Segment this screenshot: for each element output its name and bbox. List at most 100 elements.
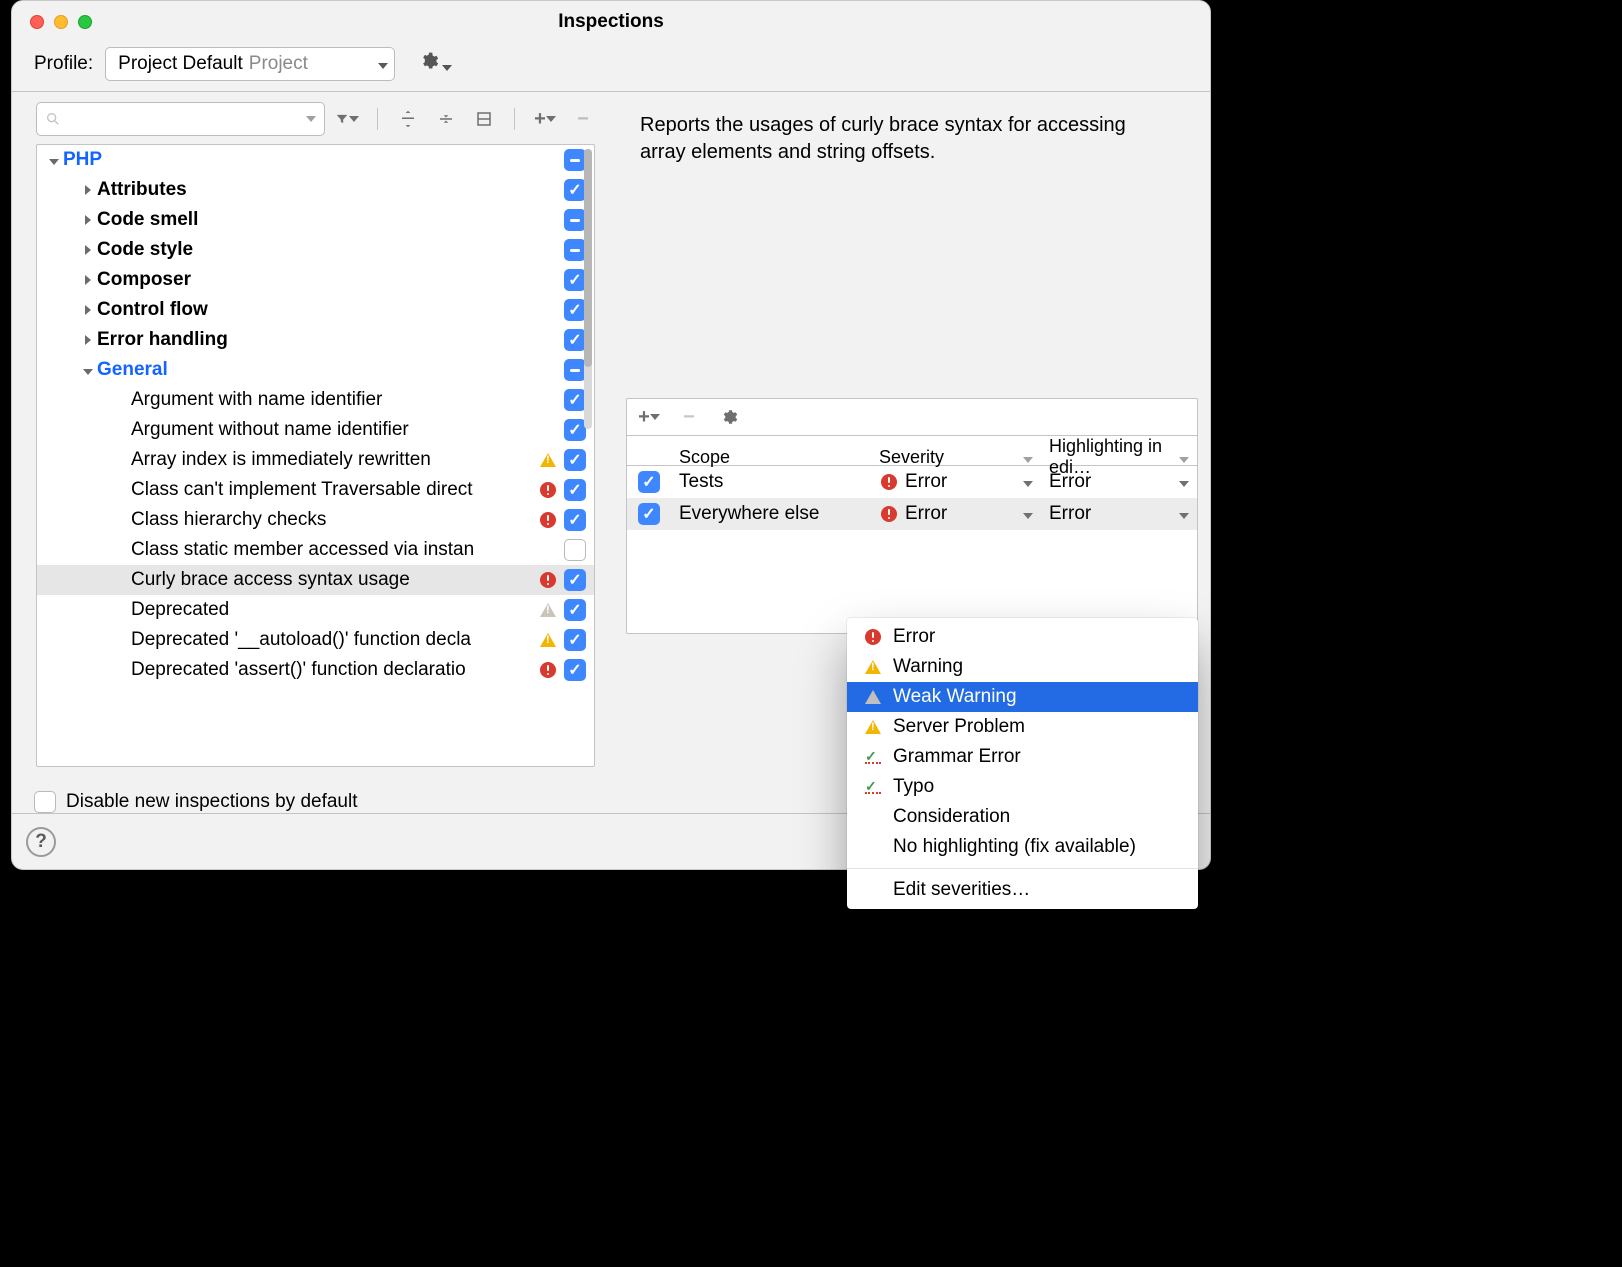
checkbox-icon[interactable] <box>564 149 586 171</box>
popup-item[interactable]: Error <box>847 622 1198 652</box>
popup-item[interactable]: Consideration <box>847 802 1198 832</box>
titlebar: Inspections <box>12 1 1210 43</box>
checkbox-icon[interactable] <box>564 599 586 621</box>
chevron-right-icon[interactable] <box>79 332 97 348</box>
warn-icon <box>863 717 883 737</box>
err-icon <box>538 660 558 680</box>
sev-add-button[interactable] <box>637 405 661 429</box>
checkbox-icon[interactable] <box>638 471 660 493</box>
chevron-right-icon[interactable] <box>79 182 97 198</box>
tree-row[interactable]: Code smell <box>37 205 594 235</box>
checkbox-icon[interactable] <box>564 509 586 531</box>
tree-row[interactable]: Argument without name identifier <box>37 415 594 445</box>
remove-button[interactable] <box>571 107 595 131</box>
chevron-down-icon[interactable] <box>45 152 63 168</box>
checkbox-icon[interactable] <box>564 659 586 681</box>
checkbox-icon[interactable] <box>564 419 586 441</box>
checkbox-icon[interactable] <box>564 479 586 501</box>
tree-row[interactable]: Attributes <box>37 175 594 205</box>
checkbox-icon[interactable] <box>564 539 586 561</box>
popup-item[interactable]: Typo <box>847 772 1198 802</box>
typo-icon <box>863 747 883 767</box>
checkbox-icon[interactable] <box>564 299 586 321</box>
checkbox-icon[interactable] <box>564 239 586 261</box>
severity-panel: Scope Severity Highlighting in edi… Test… <box>626 398 1198 634</box>
tree-row[interactable]: Deprecated <box>37 595 594 625</box>
severity-row[interactable]: Tests Error Error <box>627 466 1197 498</box>
err-icon <box>879 472 899 492</box>
highlight-cell[interactable]: Error <box>1041 503 1197 525</box>
popup-label: No highlighting (fix available) <box>893 836 1136 858</box>
checkbox-icon[interactable] <box>564 569 586 591</box>
severity-cell[interactable]: Error <box>871 503 1041 525</box>
tree-row[interactable]: Deprecated 'assert()' function declarati… <box>37 655 594 685</box>
highlighting-popup[interactable]: Error WarningWeak WarningServer Problem Gr… <box>847 618 1198 909</box>
popup-item[interactable]: Warning <box>847 652 1198 682</box>
tree-row[interactable]: Class hierarchy checks <box>37 505 594 535</box>
tree-row[interactable]: Composer <box>37 265 594 295</box>
severity-toolbar <box>627 399 1197 436</box>
typo-icon <box>863 777 883 797</box>
tree-label: Control flow <box>97 299 564 321</box>
chevron-right-icon[interactable] <box>79 302 97 318</box>
err-icon <box>863 627 883 647</box>
profile-gear-button[interactable] <box>419 51 452 77</box>
filter-button[interactable] <box>335 107 359 131</box>
tree-row[interactable]: Code style <box>37 235 594 265</box>
left-pane: PHPAttributesCode smellCode styleCompose… <box>18 92 610 777</box>
chevron-right-icon[interactable] <box>79 272 97 288</box>
tree-row[interactable]: Array index is immediately rewritten <box>37 445 594 475</box>
err-icon <box>538 570 558 590</box>
severity-row[interactable]: Everywhere else Error Error <box>627 498 1197 530</box>
collapse-all-button[interactable] <box>434 107 458 131</box>
checkbox-icon[interactable] <box>34 791 56 813</box>
checkbox-icon[interactable] <box>564 269 586 291</box>
checkbox-icon[interactable] <box>638 503 660 525</box>
add-button[interactable] <box>533 107 557 131</box>
chevron-down-icon <box>1023 471 1033 493</box>
profile-label: Profile: <box>34 53 93 75</box>
popup-item[interactable]: Weak Warning <box>847 682 1198 712</box>
reset-button[interactable] <box>472 107 496 131</box>
chevron-down-icon <box>1179 503 1189 525</box>
popup-label: Grammar Error <box>893 746 1021 768</box>
chevron-down-icon[interactable] <box>79 362 97 378</box>
warn-icon <box>863 657 883 677</box>
inspection-tree[interactable]: PHPAttributesCode smellCode styleCompose… <box>36 144 595 767</box>
chevron-right-icon[interactable] <box>79 242 97 258</box>
tree-row[interactable]: Control flow <box>37 295 594 325</box>
severity-cell[interactable]: Error <box>871 471 1041 493</box>
inspection-description: Reports the usages of curly brace syntax… <box>616 92 1198 392</box>
checkbox-icon[interactable] <box>564 449 586 471</box>
tree-row[interactable]: PHP <box>37 145 594 175</box>
checkbox-icon[interactable] <box>564 329 586 351</box>
tree-row[interactable]: General <box>37 355 594 385</box>
popup-item[interactable]: Grammar Error <box>847 742 1198 772</box>
popup-label: Error <box>893 626 935 648</box>
tree-scrollbar[interactable] <box>584 149 592 429</box>
tree-row[interactable]: Error handling <box>37 325 594 355</box>
popup-item[interactable]: Server Problem <box>847 712 1198 742</box>
tree-row[interactable]: Curly brace access syntax usage <box>37 565 594 595</box>
tree-row[interactable]: Argument with name identifier <box>37 385 594 415</box>
checkbox-icon[interactable] <box>564 209 586 231</box>
sev-gear-button[interactable] <box>717 405 741 429</box>
highlight-cell[interactable]: Error <box>1041 471 1197 493</box>
tree-row[interactable]: Class can't implement Traversable direct <box>37 475 594 505</box>
checkbox-icon[interactable] <box>564 389 586 411</box>
checkbox-icon[interactable] <box>564 359 586 381</box>
tree-row[interactable]: Class static member accessed via instan <box>37 535 594 565</box>
tree-row[interactable]: Deprecated '__autoload()' function decla <box>37 625 594 655</box>
profile-select[interactable]: Project Default Project <box>105 47 395 81</box>
checkbox-icon[interactable] <box>564 179 586 201</box>
search-input[interactable] <box>36 102 325 136</box>
expand-all-button[interactable] <box>396 107 420 131</box>
checkbox-icon[interactable] <box>564 629 586 651</box>
popup-label: Edit severities… <box>893 879 1030 901</box>
help-button[interactable]: ? <box>26 827 56 857</box>
popup-item[interactable]: Edit severities… <box>847 875 1198 905</box>
chevron-right-icon[interactable] <box>79 212 97 228</box>
err-icon <box>879 504 899 524</box>
popup-item[interactable]: No highlighting (fix available) <box>847 832 1198 862</box>
sev-remove-button[interactable] <box>677 405 701 429</box>
